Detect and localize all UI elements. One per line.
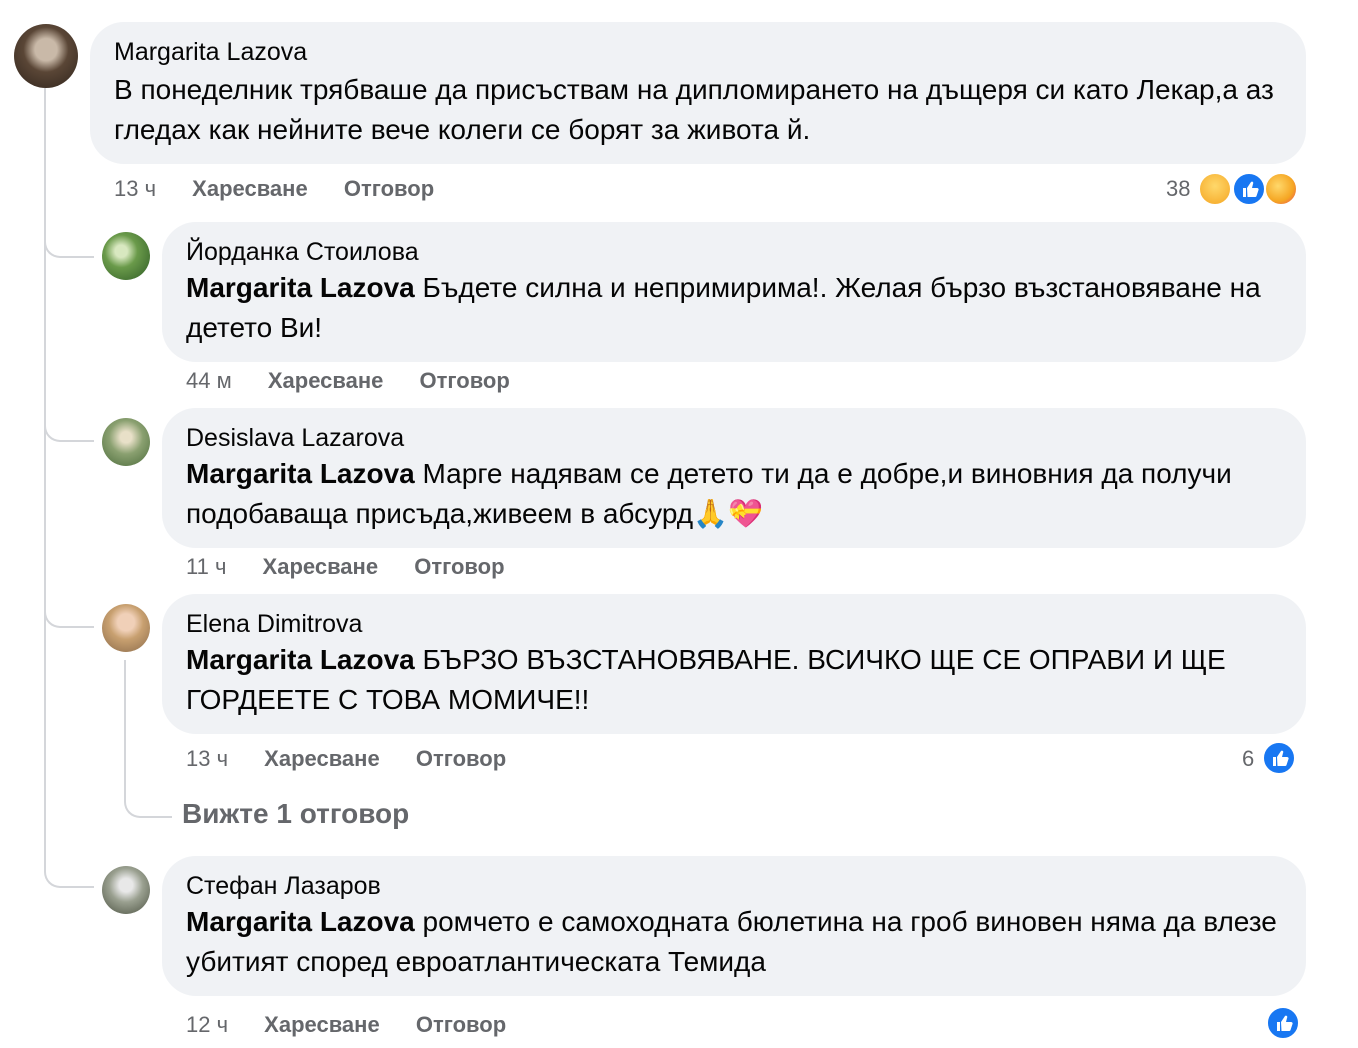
comment-time[interactable]: 44 м xyxy=(186,368,232,393)
comment-body: В понеделник трябваше да присъствам на д… xyxy=(114,74,1274,145)
avatar[interactable] xyxy=(102,418,150,466)
care-icon[interactable] xyxy=(1264,172,1298,206)
avatar[interactable] xyxy=(102,866,150,914)
thread-connector xyxy=(44,230,94,258)
comment-text: Margarita Lazova БЪРЗО ВЪЗСТАНОВЯВАНЕ. В… xyxy=(186,640,1286,720)
comment-actions: 44 м Харесване Отговор xyxy=(186,368,510,394)
comment-author[interactable]: Elena Dimitrova xyxy=(186,610,362,639)
thread-line xyxy=(44,88,46,868)
comment-actions: 11 ч Харесване Отговор xyxy=(186,554,505,580)
mention-tag[interactable]: Margarita Lazova xyxy=(186,906,415,937)
reply-action[interactable]: Отговор xyxy=(414,554,504,579)
like-action[interactable]: Харесване xyxy=(264,746,380,771)
comment-time[interactable]: 12 ч xyxy=(186,1012,228,1037)
comment-text: Margarita Lazova Бъдете силна и непримир… xyxy=(186,268,1286,348)
comment-time[interactable]: 11 ч xyxy=(186,554,226,579)
reaction-count[interactable]: 38 xyxy=(1166,176,1190,202)
thread-connector xyxy=(44,414,94,442)
comment-time[interactable]: 13 ч xyxy=(114,176,156,201)
mention-tag[interactable]: Margarita Lazova xyxy=(186,272,415,303)
reply-thread-line xyxy=(124,660,126,800)
thread-connector xyxy=(44,858,94,888)
comment-author[interactable]: Стефан Лазаров xyxy=(186,872,381,901)
reply-thread-connector xyxy=(124,788,172,818)
like-icon[interactable] xyxy=(1232,172,1266,206)
reply-action[interactable]: Отговор xyxy=(416,1012,506,1037)
comment-text: Margarita Lazova Марге надявам се детето… xyxy=(186,454,1286,534)
like-icon[interactable] xyxy=(1262,741,1296,775)
sad-face-icon[interactable] xyxy=(1198,172,1232,206)
comment-actions: 13 ч Харесване Отговор xyxy=(186,746,506,772)
avatar[interactable] xyxy=(102,232,150,280)
comment-actions: 13 ч Харесване Отговор xyxy=(114,176,434,202)
like-action[interactable]: Харесване xyxy=(192,176,308,201)
like-action[interactable]: Харесване xyxy=(268,368,384,393)
like-action[interactable]: Харесване xyxy=(263,554,379,579)
avatar[interactable] xyxy=(14,24,78,88)
avatar[interactable] xyxy=(102,604,150,652)
comment-actions: 12 ч Харесване Отговор xyxy=(186,1012,506,1038)
comment-text: В понеделник трябваше да присъствам на д… xyxy=(114,70,1274,150)
comment-author[interactable]: Йорданка Стоилова xyxy=(186,238,419,267)
mention-tag[interactable]: Margarita Lazova xyxy=(186,644,415,675)
comment-text: Margarita Lazova ромчето е самоходната б… xyxy=(186,902,1286,982)
comment-author[interactable]: Desislava Lazarova xyxy=(186,424,404,453)
view-replies-link[interactable]: Вижте 1 отговор xyxy=(182,798,409,830)
like-action[interactable]: Харесване xyxy=(264,1012,380,1037)
like-icon[interactable] xyxy=(1266,1006,1300,1040)
mention-tag[interactable]: Margarita Lazova xyxy=(186,458,415,489)
reaction-count[interactable]: 6 xyxy=(1242,746,1254,772)
reply-action[interactable]: Отговор xyxy=(420,368,510,393)
reply-action[interactable]: Отговор xyxy=(416,746,506,771)
comment-time[interactable]: 13 ч xyxy=(186,746,228,771)
reply-action[interactable]: Отговор xyxy=(344,176,434,201)
comment-author[interactable]: Margarita Lazova xyxy=(114,38,307,67)
thread-connector xyxy=(44,600,94,628)
